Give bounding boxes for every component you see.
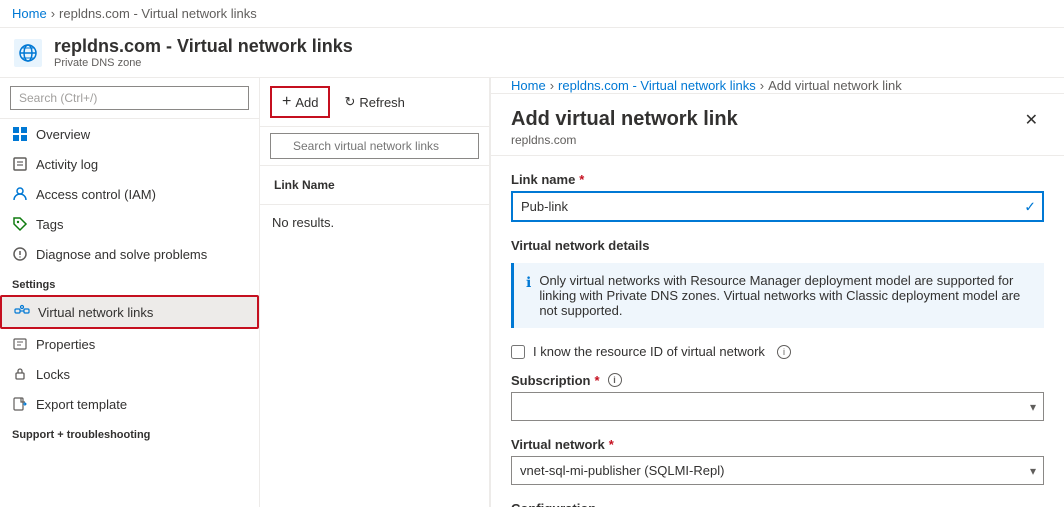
no-results-message: No results. [260, 205, 489, 240]
add-label: Add [295, 95, 318, 110]
sidebar-item-export-label: Export template [36, 397, 127, 412]
sidebar-item-activity-label: Activity log [36, 157, 98, 172]
vnet-links-icon [14, 304, 30, 320]
resource-id-checkbox[interactable] [511, 345, 525, 359]
sidebar-item-access-label: Access control (IAM) [36, 187, 156, 202]
vnet-select-wrap: vnet-sql-mi-publisher (SQLMI-Repl) ▾ [511, 456, 1044, 485]
sidebar-item-export-template[interactable]: Export template [0, 389, 259, 419]
resource-id-checkbox-row: I know the resource ID of virtual networ… [511, 344, 1044, 359]
subscription-select[interactable] [511, 392, 1044, 421]
sidebar-item-tags[interactable]: Tags [0, 209, 259, 239]
settings-section-header: Settings [0, 269, 259, 295]
link-name-input-wrap: ✓ [511, 191, 1044, 222]
sidebar-item-locks[interactable]: Locks [0, 359, 259, 389]
panel-breadcrumb-resource[interactable]: repldns.com - Virtual network links [558, 78, 756, 93]
sidebar-item-diagnose-label: Diagnose and solve problems [36, 247, 207, 262]
search-box-wrap: 🔍 [260, 127, 489, 166]
sidebar-item-overview[interactable]: Overview [0, 119, 259, 149]
link-name-input[interactable] [511, 191, 1044, 222]
add-button[interactable]: + Add [270, 86, 330, 118]
sidebar-item-locks-label: Locks [36, 367, 70, 382]
tags-icon [12, 216, 28, 232]
activity-log-icon [12, 156, 28, 172]
sidebar: Overview Activity log Access control (IA… [0, 78, 260, 507]
link-name-column-header: Link Name [274, 174, 475, 196]
title-icon [12, 37, 44, 69]
support-section-header: Support + troubleshooting [0, 419, 259, 445]
info-message: Only virtual networks with Resource Mana… [539, 273, 1032, 318]
panel-breadcrumb: Home › repldns.com - Virtual network lin… [491, 78, 1064, 94]
info-box: ℹ Only virtual networks with Resource Ma… [511, 263, 1044, 328]
subscription-group: Subscription * i ▾ [511, 373, 1044, 421]
sidebar-item-virtual-network-links[interactable]: Virtual network links [0, 295, 259, 329]
panel-close-button[interactable]: ✕ [1019, 108, 1044, 132]
breadcrumb-home[interactable]: Home [12, 6, 47, 21]
subscription-label: Subscription * i [511, 373, 1044, 388]
vnet-search-input[interactable] [270, 133, 479, 159]
properties-icon [12, 336, 28, 352]
link-name-label: Link name * [511, 172, 1044, 187]
breadcrumb-sep1: › [51, 6, 55, 21]
sidebar-item-activity-log[interactable]: Activity log [0, 149, 259, 179]
sidebar-search-wrap [0, 78, 259, 119]
panel-breadcrumb-home[interactable]: Home [511, 78, 546, 93]
sidebar-item-tags-label: Tags [36, 217, 63, 232]
panel-breadcrumb-current: Add virtual network link [768, 78, 902, 93]
overview-icon [12, 126, 28, 142]
configuration-section: Configuration Enable auto registration i [511, 501, 1044, 507]
sidebar-item-properties-label: Properties [36, 337, 95, 352]
config-title: Configuration [511, 501, 1044, 507]
panel-title: Add virtual network link [511, 108, 738, 131]
input-checkmark-icon: ✓ [1024, 198, 1036, 215]
subscription-info-icon: i [608, 373, 622, 387]
vnet-group: Virtual network * vnet-sql-mi-publisher … [511, 437, 1044, 485]
locks-icon [12, 366, 28, 382]
breadcrumb-resource: repldns.com - Virtual network links [59, 6, 257, 21]
panel-body: Link name * ✓ Virtual network details ℹ … [491, 156, 1064, 507]
page-subtitle: Private DNS zone [54, 57, 353, 69]
right-panel: Home › repldns.com - Virtual network lin… [490, 78, 1064, 507]
sidebar-item-access-control[interactable]: Access control (IAM) [0, 179, 259, 209]
refresh-label: Refresh [359, 95, 405, 110]
page-title: repldns.com - Virtual network links [54, 36, 353, 57]
refresh-icon: ↻ [344, 94, 355, 110]
vnet-label: Virtual network * [511, 437, 1044, 452]
sidebar-item-properties[interactable]: Properties [0, 329, 259, 359]
panel-subtitle: repldns.com [511, 133, 738, 147]
link-name-group: Link name * ✓ [511, 172, 1044, 222]
toolbar: + Add ↻ Refresh [260, 78, 489, 127]
diagnose-icon [12, 246, 28, 262]
access-control-icon [12, 186, 28, 202]
subscription-select-wrap: ▾ [511, 392, 1044, 421]
info-icon: ℹ [526, 274, 531, 318]
resource-id-info-icon: i [777, 345, 791, 359]
sidebar-item-diagnose[interactable]: Diagnose and solve problems [0, 239, 259, 269]
vnet-select[interactable]: vnet-sql-mi-publisher (SQLMI-Repl) [511, 456, 1044, 485]
refresh-button[interactable]: ↻ Refresh [334, 89, 414, 115]
title-bar: repldns.com - Virtual network links Priv… [0, 28, 1064, 78]
table-header: Link Name [260, 166, 489, 205]
top-breadcrumb: Home › repldns.com - Virtual network lin… [0, 0, 1064, 28]
sidebar-item-vnet-label: Virtual network links [38, 305, 153, 320]
export-template-icon [12, 396, 28, 412]
panel-header: Add virtual network link repldns.com ✕ [491, 94, 1064, 156]
sidebar-search-input[interactable] [10, 86, 249, 110]
resource-id-label: I know the resource ID of virtual networ… [533, 344, 765, 359]
middle-panel: + Add ↻ Refresh 🔍 Link Name [260, 78, 490, 507]
vnet-details-title: Virtual network details [511, 238, 1044, 253]
vnet-details-group: Virtual network details ℹ Only virtual n… [511, 238, 1044, 328]
add-icon: + [282, 93, 291, 111]
sidebar-item-overview-label: Overview [36, 127, 90, 142]
panel-title-area: Add virtual network link repldns.com [511, 108, 738, 147]
title-text: repldns.com - Virtual network links Priv… [54, 36, 353, 69]
